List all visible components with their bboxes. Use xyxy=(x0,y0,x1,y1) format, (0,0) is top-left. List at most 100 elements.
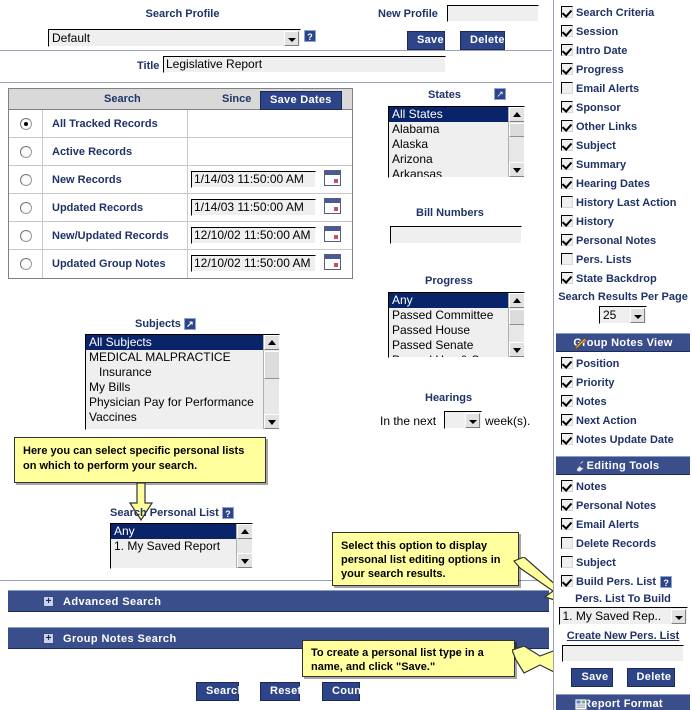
sidebar-item-priority[interactable]: Priority xyxy=(554,374,692,393)
bill-numbers-input[interactable] xyxy=(390,226,522,244)
checkbox-next-action[interactable] xyxy=(561,414,573,427)
list-item[interactable]: Passed Hse & Sen xyxy=(389,353,524,357)
checkbox-progress[interactable] xyxy=(561,63,573,76)
table-row[interactable]: All Tracked Records xyxy=(9,110,352,138)
checkbox-intro-date[interactable] xyxy=(561,44,573,57)
radio-cell[interactable] xyxy=(9,222,43,249)
checkbox-history-last-action[interactable] xyxy=(561,196,573,209)
sidebar-item-summary[interactable]: Summary xyxy=(554,156,692,175)
checkbox-hearing-dates[interactable] xyxy=(561,177,573,190)
reset-button[interactable]: Reset xyxy=(260,682,301,701)
search-personal-list-help-icon[interactable]: ? xyxy=(221,507,234,520)
scroll-down-icon[interactable] xyxy=(509,342,524,357)
sidebar-item-intro-date[interactable]: Intro Date xyxy=(554,42,692,61)
sidebar-item-progress[interactable]: Progress xyxy=(554,61,692,80)
sidebar-item-position[interactable]: Position xyxy=(554,355,692,374)
sidebar-item-other-links[interactable]: Other Links xyxy=(554,118,692,137)
editing-tools-header[interactable]: Editing Tools xyxy=(556,456,690,475)
sidebar-item-state-backdrop[interactable]: State Backdrop xyxy=(554,270,692,289)
list-item[interactable]: MEDICAL MALPRACTICE xyxy=(86,350,279,365)
scrollbar[interactable] xyxy=(508,107,524,177)
checkbox-history[interactable] xyxy=(561,215,573,228)
search-profile-help-icon[interactable]: ? xyxy=(304,30,316,42)
checkbox-session[interactable] xyxy=(561,25,573,38)
checkbox-email-alerts[interactable] xyxy=(561,82,573,95)
report-format-header[interactable]: Report Format xyxy=(556,694,690,710)
checkbox-pers-lists[interactable] xyxy=(561,253,573,266)
sidebar-item-hearing-dates[interactable]: Hearing Dates xyxy=(554,175,692,194)
states-listbox[interactable]: All States Alabama Alaska Arizona Arkans… xyxy=(388,106,525,178)
subjects-popout-icon[interactable]: ↗ xyxy=(183,318,196,331)
scroll-up-icon[interactable] xyxy=(509,107,524,122)
scroll-down-icon[interactable] xyxy=(264,414,279,429)
pers-list-delete-button[interactable]: Delete xyxy=(626,668,675,687)
build-pers-list-help-icon[interactable]: ? xyxy=(660,576,673,589)
checkbox-build-pers-list[interactable] xyxy=(561,575,573,588)
sidebar-item-edit-notes[interactable]: Notes xyxy=(554,478,692,497)
subjects-listbox[interactable]: All Subjects MEDICAL MALPRACTICE Insuran… xyxy=(85,334,280,430)
list-item[interactable]: Passed House xyxy=(389,323,524,338)
list-item[interactable]: All Subjects xyxy=(86,335,279,350)
calendar-icon[interactable] xyxy=(324,198,341,214)
scrollbar[interactable] xyxy=(508,293,524,357)
sidebar-item-next-action[interactable]: Next Action xyxy=(554,412,692,431)
sidebar-item-session[interactable]: Session xyxy=(554,23,692,42)
checkbox-summary[interactable] xyxy=(561,158,573,171)
list-item[interactable]: Passed Committee xyxy=(389,308,524,323)
list-item[interactable]: Any xyxy=(389,293,524,308)
since-date-input[interactable]: 12/10/02 11:50:00 AM xyxy=(191,227,316,244)
list-item[interactable]: My Bills xyxy=(86,380,279,395)
checkbox-priority[interactable] xyxy=(561,376,573,389)
checkbox-state-backdrop[interactable] xyxy=(561,272,573,285)
chevron-down-icon[interactable] xyxy=(630,308,645,323)
chevron-down-icon[interactable] xyxy=(465,413,480,428)
since-date-input[interactable]: 1/14/03 11:50:00 AM xyxy=(191,199,316,216)
checkbox-edit-notes[interactable] xyxy=(561,480,573,493)
checkbox-edit-personal-notes[interactable] xyxy=(561,499,573,512)
table-row[interactable]: Updated Records 1/14/03 11:50:00 AM xyxy=(9,194,352,222)
list-item[interactable]: Any xyxy=(111,524,252,539)
table-row[interactable]: Updated Group Notes 12/10/02 11:50:00 AM xyxy=(9,250,352,278)
advanced-search-bar[interactable]: + Advanced Search xyxy=(8,590,549,612)
scrollbar[interactable] xyxy=(263,335,279,429)
pers-list-save-button[interactable]: Save xyxy=(571,668,614,687)
calendar-icon[interactable] xyxy=(324,254,341,270)
sidebar-item-build-pers-list[interactable]: Build Pers. List? xyxy=(554,573,692,592)
scrollbar-thumb[interactable] xyxy=(509,123,524,137)
checkbox-notes[interactable] xyxy=(561,395,573,408)
radio-updated-group-notes[interactable] xyxy=(20,258,32,270)
table-row[interactable]: New Records 1/14/03 11:50:00 AM xyxy=(9,166,352,194)
states-popout-icon[interactable]: ↗ xyxy=(494,88,506,100)
sidebar-item-search-criteria[interactable]: Search Criteria xyxy=(554,4,692,23)
checkbox-other-links[interactable] xyxy=(561,120,573,133)
since-date-input[interactable]: 1/14/03 11:50:00 AM xyxy=(191,171,316,188)
since-date-input[interactable]: 12/10/02 11:50:00 AM xyxy=(191,255,316,272)
checkbox-notes-update-date[interactable] xyxy=(561,433,573,446)
table-row[interactable]: Active Records xyxy=(9,138,352,166)
list-item[interactable]: 1. My Saved Report xyxy=(111,539,252,554)
sidebar-item-sponsor[interactable]: Sponsor xyxy=(554,99,692,118)
list-item[interactable]: Arizona xyxy=(389,152,524,167)
sidebar-item-personal-notes[interactable]: Personal Notes xyxy=(554,232,692,251)
checkbox-edit-subject[interactable] xyxy=(561,556,573,569)
sidebar-item-edit-subject[interactable]: Subject xyxy=(554,554,692,573)
chevron-down-icon[interactable] xyxy=(670,609,686,624)
group-notes-view-header[interactable]: Group Notes View xyxy=(556,333,690,352)
search-personal-list-listbox[interactable]: Any 1. My Saved Report xyxy=(110,523,253,569)
scrollbar-thumb[interactable] xyxy=(509,309,524,325)
radio-new-updated-records[interactable] xyxy=(20,230,32,242)
expand-plus-icon[interactable]: + xyxy=(43,596,54,607)
create-new-pers-list-link[interactable]: Create New Pers. List xyxy=(554,630,692,642)
list-item[interactable]: Passed Senate xyxy=(389,338,524,353)
new-profile-input[interactable] xyxy=(447,5,539,22)
checkbox-delete-records[interactable] xyxy=(561,537,573,550)
sidebar-item-pers-lists[interactable]: Pers. Lists xyxy=(554,251,692,270)
table-row[interactable]: New/Updated Records 12/10/02 11:50:00 AM xyxy=(9,222,352,250)
radio-cell[interactable] xyxy=(9,194,43,221)
expand-plus-icon[interactable]: + xyxy=(43,633,54,644)
search-button[interactable]: Search xyxy=(196,682,244,701)
checkbox-position[interactable] xyxy=(561,357,573,370)
sidebar-item-history-last-action[interactable]: History Last Action xyxy=(554,194,692,213)
pers-list-to-build-select[interactable]: 1. My Saved Rep.. xyxy=(558,607,688,625)
radio-new-records[interactable] xyxy=(20,174,32,186)
